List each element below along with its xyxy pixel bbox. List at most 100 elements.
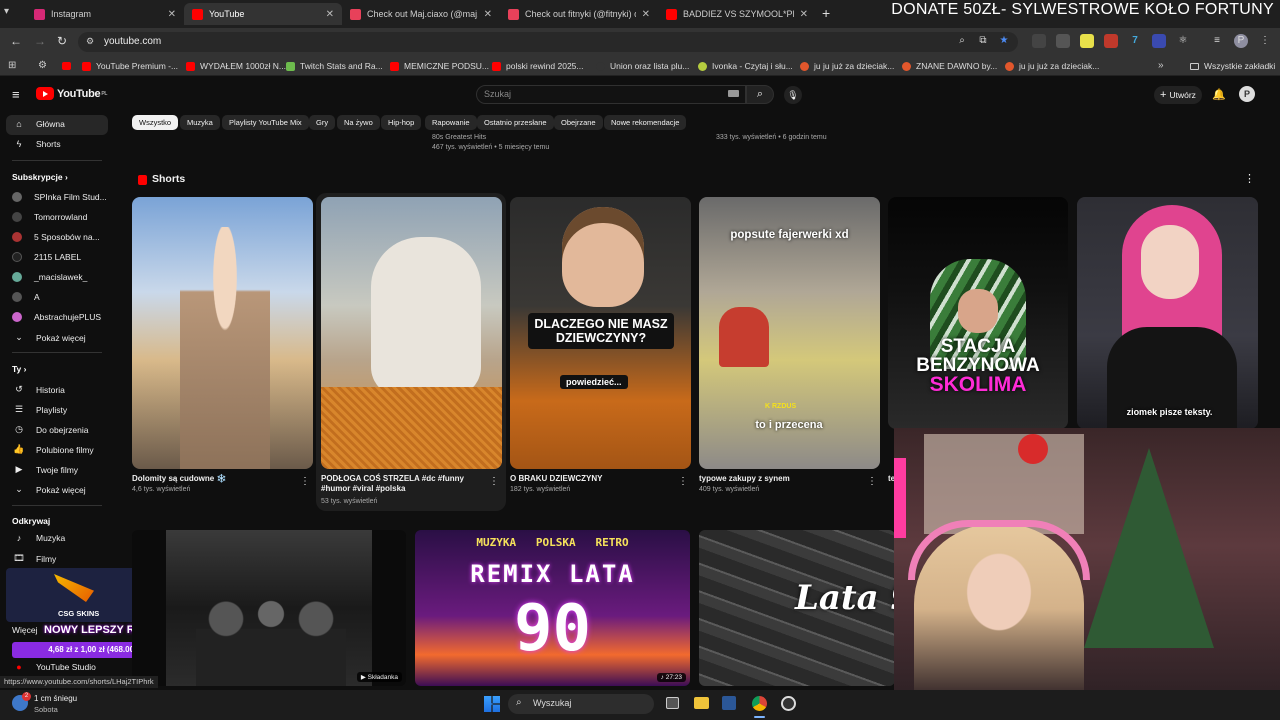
chip-watched[interactable]: Obejrzane <box>554 115 603 130</box>
new-tab-button[interactable]: + <box>822 5 830 21</box>
mic-icon[interactable]: 🎙 <box>784 86 802 104</box>
settings-icon[interactable]: ⚙ <box>38 60 47 71</box>
forward-icon[interactable]: → <box>34 34 46 48</box>
profile-avatar[interactable]: P <box>1234 34 1248 48</box>
menu-icon[interactable]: ⋮ <box>1258 34 1272 48</box>
youtube-logo[interactable]: YouTube PL <box>36 87 107 100</box>
sidebar-item-your-videos[interactable]: ▶ Twoje filmy <box>12 464 79 475</box>
sidebar-item-music[interactable]: ♪ Muzyka <box>12 533 66 543</box>
sidebar-sub[interactable]: AbstrachujePLUS <box>12 312 101 322</box>
bookmark[interactable]: ju ju już za dzieciak... <box>800 61 894 71</box>
chip-recent[interactable]: Ostatnio przesłane <box>477 115 554 130</box>
chevron-right-icon[interactable]: » <box>1158 60 1164 71</box>
close-icon[interactable]: ✕ <box>326 9 334 20</box>
sidebar-sub[interactable]: 2115 LABEL <box>12 252 81 262</box>
sidebar-item-watch-later[interactable]: ◷ Do obejrzenia <box>12 424 88 435</box>
media-icon[interactable]: ≡ <box>1210 34 1224 48</box>
chip-mix[interactable]: Playlisty YouTube Mix <box>222 115 309 130</box>
short-title[interactable]: Dolomity są cudowne ❄️ <box>132 474 292 484</box>
chip-music[interactable]: Muzyka <box>180 115 220 130</box>
tab-baddiez[interactable]: BADDIEZ VS SZYMOOL*PRZYP ✕ <box>658 3 816 25</box>
bookmark[interactable]: Union oraz lista plu... <box>596 61 689 71</box>
taskbar-search-input[interactable]: Wyszukaj <box>533 698 571 708</box>
more-options-icon[interactable]: ⋮ <box>867 476 877 487</box>
keyboard-icon[interactable] <box>728 90 739 97</box>
weather-text[interactable]: 1 cm śniegu <box>34 694 77 703</box>
bookmark[interactable]: MEMICZNE PODSU... <box>390 61 489 71</box>
tab-search-icon[interactable]: ▾ <box>4 6 18 20</box>
short-title[interactable]: O BRAKU DZIEWCZYNY <box>510 474 675 484</box>
short-thumbnail[interactable]: STACJA BENZYNOWA SKOLIMA <box>888 197 1068 429</box>
chip-live[interactable]: Na żywo <box>337 115 380 130</box>
bell-icon[interactable]: 🔔 <box>1212 88 1226 101</box>
short-title[interactable]: PODŁOGA COŚ STRZELA #dc #funny #humor #v… <box>321 474 486 494</box>
short-thumbnail[interactable]: ziomek pisze teksty. <box>1077 197 1258 429</box>
show-more-you[interactable]: ⌄ Pokaż więcej <box>12 484 85 495</box>
chip-hiphop[interactable]: Hip-hop <box>381 115 422 130</box>
star-icon[interactable]: ★ <box>997 34 1011 48</box>
tab-majciaxo[interactable]: Check out Maj.ciaxo (@maj.cia ✕ <box>342 3 500 25</box>
avatar[interactable]: P <box>1239 86 1255 102</box>
extension-icon[interactable] <box>1032 34 1046 48</box>
chip-rap[interactable]: Rapowanie <box>425 115 477 130</box>
bookmark[interactable]: ju ju już za dzieciak... <box>1005 61 1099 71</box>
sidebar-item-home[interactable]: ⌂ Główna <box>12 119 65 129</box>
sidebar-item-playlists[interactable]: ☰ Playlisty <box>12 404 67 415</box>
task-view-icon[interactable] <box>666 697 679 709</box>
sidebar-sub[interactable]: SPInka Film Stud... <box>12 192 107 202</box>
show-more-subs[interactable]: ⌄ Pokaż więcej <box>12 332 85 343</box>
sidebar-item-liked[interactable]: 👍 Polubione filmy <box>12 444 93 455</box>
sidebar-item-history[interactable]: ↺ Historia <box>12 384 65 395</box>
more-options-icon[interactable]: ⋮ <box>678 476 688 487</box>
tab-fitnyki[interactable]: Check out fitnyki (@fitnyki) on ✕ <box>500 3 658 25</box>
bookmark[interactable]: WYDAŁEM 1000zł N... <box>186 61 286 71</box>
short-thumbnail[interactable]: popsute fajerwerki xd K RZDUS to i przec… <box>699 197 880 469</box>
taskbar-search[interactable] <box>508 694 654 714</box>
puzzle-icon[interactable]: ⚛ <box>1176 34 1190 48</box>
search-button[interactable]: ⌕ <box>746 85 774 104</box>
search-box[interactable] <box>476 85 746 104</box>
chip-all[interactable]: Wszystko <box>132 115 179 130</box>
url-text[interactable]: youtube.com <box>104 36 161 47</box>
bookmark[interactable]: ZNANE DAWNO by... <box>902 61 997 71</box>
subscriptions-header[interactable]: Subskrypcje › <box>12 172 68 182</box>
tab-instagram[interactable]: Instagram ✕ <box>26 3 184 25</box>
create-button[interactable]: + Utwórz <box>1154 86 1202 104</box>
site-info-icon[interactable]: ⚙ <box>86 36 94 47</box>
sidebar-item-studio[interactable]: ● YouTube Studio <box>12 662 96 672</box>
bookmark[interactable]: Ivonka - Czytaj i słu... <box>698 61 793 71</box>
sidebar-sub[interactable]: _macislawek_ <box>12 272 87 282</box>
video-thumbnail[interactable]: MUZYKA POLSKA RETRO REMIX LATA 90 ♪ 27:2… <box>415 530 690 686</box>
file-explorer-icon[interactable] <box>694 697 709 709</box>
sidebar-item-movies[interactable]: 🎞 Filmy <box>12 553 56 564</box>
short-thumbnail[interactable]: DLACZEGO NIE MASZ DZIEWCZYNY? powiedzieć… <box>510 197 691 469</box>
address-bar[interactable] <box>78 32 1018 52</box>
you-header[interactable]: Ty › <box>12 364 27 374</box>
reload-icon[interactable]: ↻ <box>57 34 67 48</box>
chip-games[interactable]: Gry <box>309 115 336 130</box>
youtube-bookmark-icon[interactable] <box>62 62 71 70</box>
sidebar-more[interactable]: Więcej <box>12 625 38 635</box>
all-bookmarks[interactable]: Wszystkie zakładki <box>1190 61 1275 71</box>
extension-icon[interactable] <box>1152 34 1166 48</box>
extension-icon[interactable] <box>1080 34 1094 48</box>
more-options-icon[interactable]: ⋮ <box>300 476 310 487</box>
bookmark[interactable]: YouTube Premium -... <box>82 61 178 71</box>
more-options-icon[interactable]: ⋮ <box>489 476 499 487</box>
bookmark[interactable]: polski rewind 2025... <box>492 61 584 71</box>
chip-new[interactable]: Nowe rekomendacje <box>604 115 687 130</box>
short-title[interactable]: typowe zakupy z synem <box>699 474 864 484</box>
short-thumbnail[interactable] <box>321 197 502 469</box>
extension-icon[interactable] <box>1104 34 1118 48</box>
store-icon[interactable] <box>722 696 736 710</box>
more-options-icon[interactable]: ⋮ <box>1244 172 1255 185</box>
extension-icon[interactable] <box>1056 34 1070 48</box>
install-icon[interactable]: ⧉ <box>976 34 990 48</box>
apps-icon[interactable]: ⊞ <box>8 60 16 71</box>
close-icon[interactable]: ✕ <box>642 9 650 20</box>
chrome-icon[interactable] <box>752 696 767 711</box>
extension-icon[interactable]: 7 <box>1128 34 1142 48</box>
close-icon[interactable]: ✕ <box>168 9 176 20</box>
sidebar-sub[interactable]: A <box>12 292 40 302</box>
video-thumbnail[interactable]: Lata 90 <box>699 530 895 686</box>
